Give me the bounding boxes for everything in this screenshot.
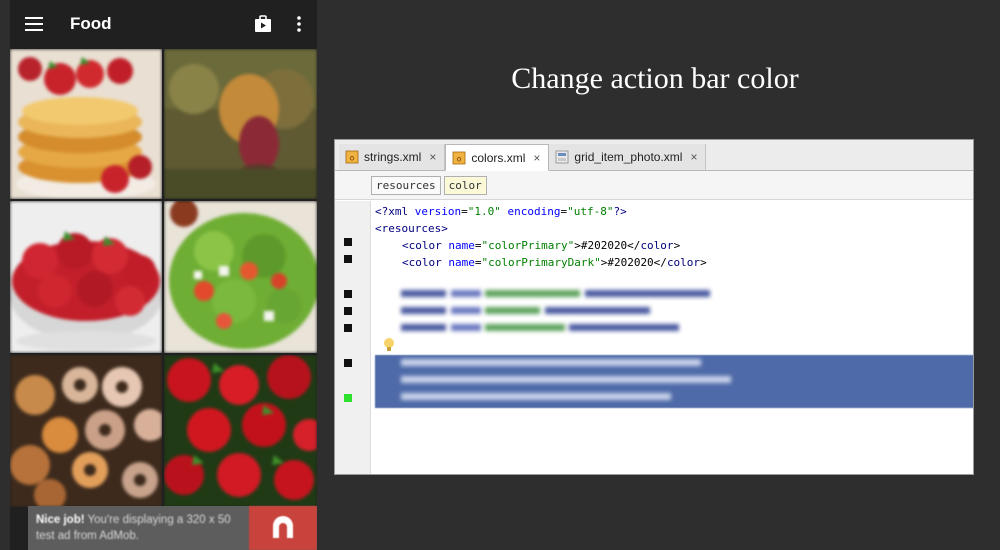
code-token: > xyxy=(673,239,681,252)
code-token: encoding xyxy=(507,205,561,218)
breadcrumb-color[interactable]: color xyxy=(443,175,487,195)
photo-strawberry-bowl[interactable] xyxy=(10,201,162,353)
color-swatch-icon[interactable] xyxy=(344,307,352,315)
editor-gutter xyxy=(335,201,371,474)
code-token: >#202020</ xyxy=(600,256,667,269)
code-token: > xyxy=(700,256,707,269)
close-icon[interactable]: × xyxy=(533,151,540,165)
ad-banner[interactable]: Nice job! You're displaying a 320 x 50 t… xyxy=(28,506,317,550)
photo-grid xyxy=(10,49,317,507)
code-line: <resources> xyxy=(375,222,448,235)
store-icon[interactable] xyxy=(245,0,281,48)
app-title: Food xyxy=(70,14,112,33)
tab-label: colors.xml xyxy=(471,150,526,165)
menu-icon[interactable] xyxy=(10,0,58,48)
svg-text:o: o xyxy=(457,154,462,163)
close-icon[interactable]: × xyxy=(690,150,697,164)
color-swatch-icon[interactable] xyxy=(344,394,352,402)
tab-label: strings.xml xyxy=(364,150,422,164)
code-token: <color xyxy=(402,239,449,252)
more-options-icon[interactable] xyxy=(281,0,317,48)
action-bar: Food xyxy=(10,0,317,48)
ad-text-bold: Nice job! xyxy=(36,514,85,526)
photo-strawberries[interactable] xyxy=(164,355,317,507)
code-token: "colorPrimary" xyxy=(481,239,575,252)
code-area[interactable]: <?xml version="1.0" encoding="utf-8"?> <… xyxy=(335,201,973,474)
code-token: <color xyxy=(402,256,449,269)
color-swatch-icon[interactable] xyxy=(344,324,352,332)
color-swatch-icon[interactable] xyxy=(344,238,352,246)
blurred-code xyxy=(401,290,731,400)
code-token: = xyxy=(461,205,468,218)
photo-pancakes[interactable] xyxy=(10,49,162,199)
code-token: <?xml xyxy=(375,205,415,218)
code-token: "colorPrimaryDark" xyxy=(481,256,601,269)
photo-fruit-splash[interactable] xyxy=(164,49,317,199)
color-swatch-icon[interactable] xyxy=(344,359,352,367)
close-icon[interactable]: × xyxy=(429,150,436,164)
xml-file-icon: o xyxy=(345,150,359,164)
code-editor-window: o strings.xml × o colors.xml × grid_item… xyxy=(334,139,974,475)
code-text: <?xml version="1.0" encoding="utf-8"?> <… xyxy=(371,201,973,474)
slide-heading: Change action bar color xyxy=(511,62,799,95)
ad-text: Nice job! You're displaying a 320 x 50 t… xyxy=(28,506,249,550)
breadcrumb: resources color xyxy=(335,171,973,200)
xml-file-icon: o xyxy=(452,151,466,164)
admob-logo xyxy=(249,506,317,550)
code-line: <color name="colorPrimaryDark">#202020</… xyxy=(402,254,707,271)
color-swatch-icon[interactable] xyxy=(344,255,352,263)
editor-tab-bar: o strings.xml × o colors.xml × grid_item… xyxy=(335,140,973,171)
code-token: ?> xyxy=(613,205,627,218)
code-token: name xyxy=(448,256,475,269)
code-token: color xyxy=(666,256,701,269)
code-token: version xyxy=(414,205,462,218)
lightbulb-icon[interactable] xyxy=(383,337,395,353)
code-token: "utf-8" xyxy=(567,205,614,218)
photo-salad[interactable] xyxy=(164,201,317,353)
color-swatch-icon[interactable] xyxy=(344,290,352,298)
layout-file-icon xyxy=(555,150,569,164)
photo-donuts[interactable] xyxy=(10,355,162,507)
code-token: "1.0" xyxy=(467,205,501,218)
tab-grid-item-photo-xml[interactable]: grid_item_photo.xml × xyxy=(549,144,707,170)
code-line: <color name="colorPrimary">#202020</colo… xyxy=(402,237,680,254)
phone-screen: Food Nice job! You're displaying a 320 x… xyxy=(10,0,317,550)
code-token: name xyxy=(448,239,475,252)
tab-colors-xml[interactable]: o colors.xml × xyxy=(445,144,550,171)
code-token: >#202020</ xyxy=(574,239,641,252)
code-token: color xyxy=(640,239,674,252)
tab-strings-xml[interactable]: o strings.xml × xyxy=(339,144,446,170)
tab-label: grid_item_photo.xml xyxy=(574,150,683,164)
breadcrumb-resources[interactable]: resources xyxy=(371,175,441,195)
svg-text:o: o xyxy=(350,154,355,163)
code-line: <?xml version="1.0" encoding="utf-8"?> xyxy=(375,203,627,220)
